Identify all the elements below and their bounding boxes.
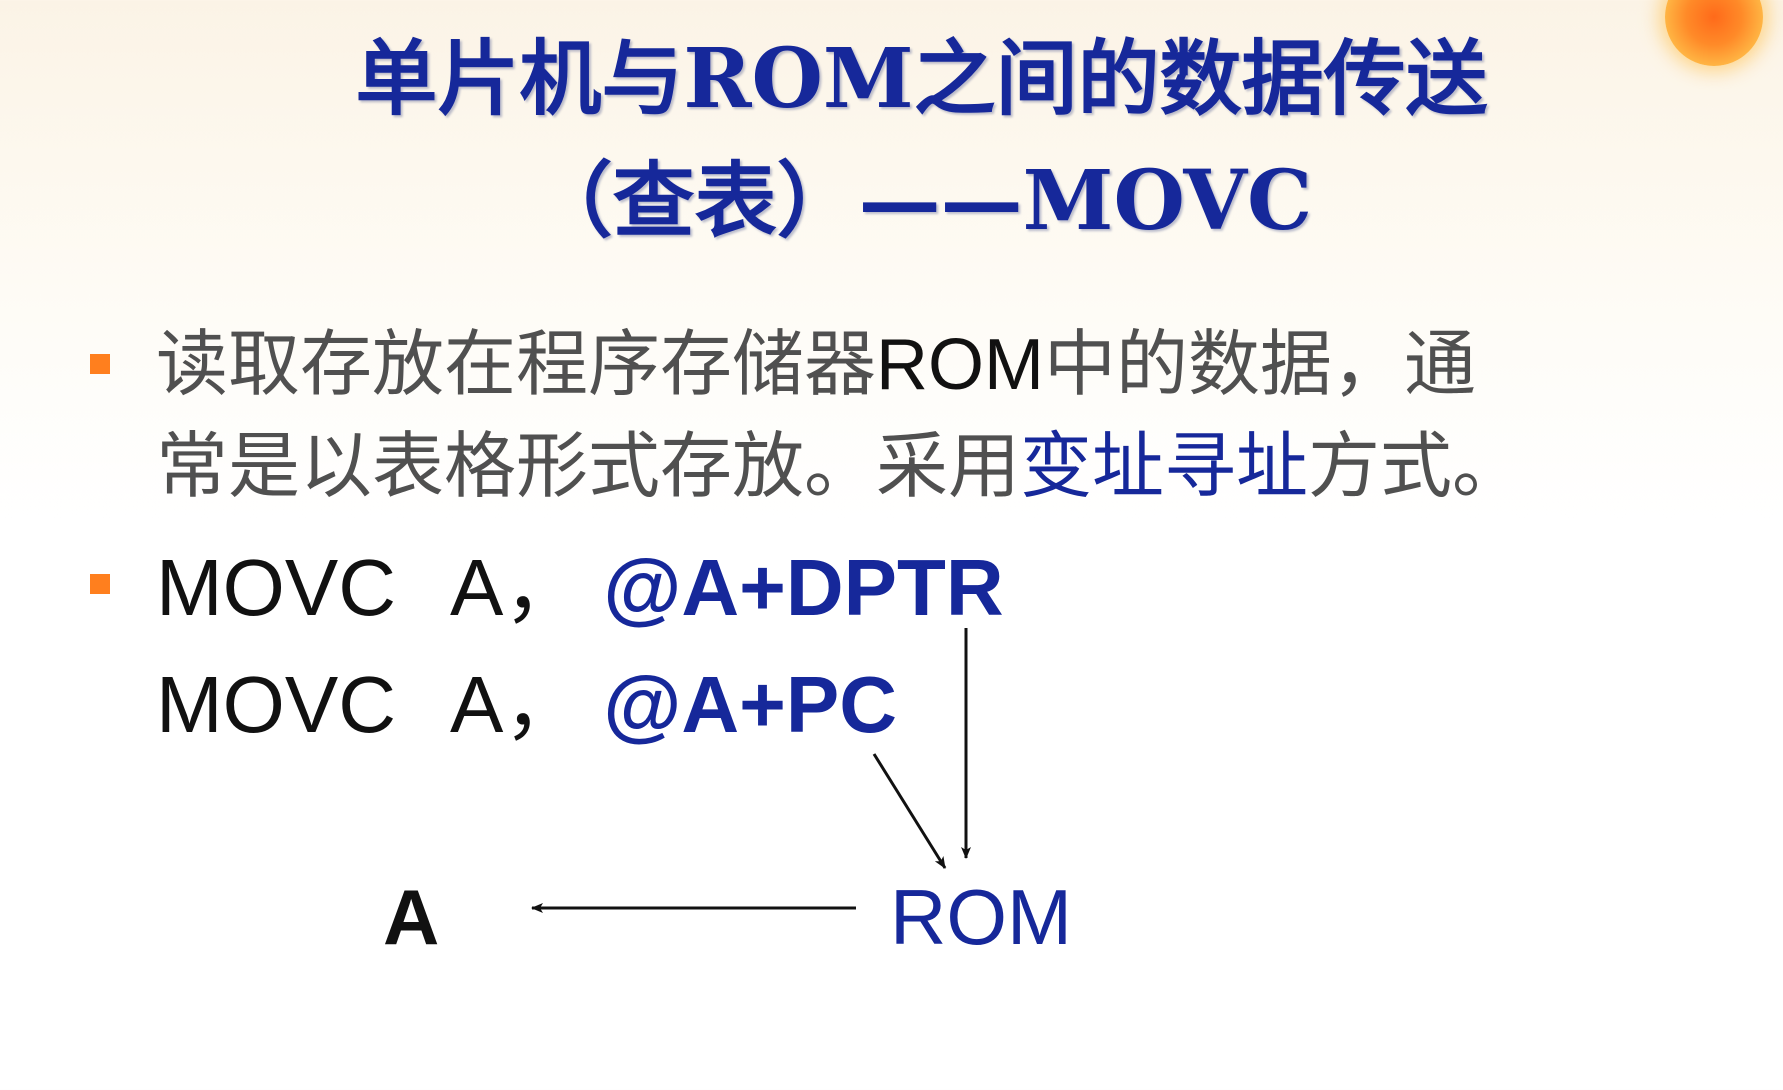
instruction-mnemonic: MOVC — [156, 543, 396, 632]
bullet-1-text-part: 方式。 — [1308, 424, 1525, 508]
bullet-marker-2 — [90, 574, 110, 594]
bullet-1-text-part: 中的数据，通 — [1044, 322, 1477, 406]
instruction-operand-pc: @A+PC — [603, 660, 897, 749]
instruction-movc-pc: MOVC A， @A+PC — [156, 665, 897, 745]
instruction-operand-dptr: @A+DPTR — [603, 543, 1004, 632]
rom-keyword: ROM — [876, 325, 1044, 405]
instruction-register: A， — [450, 660, 584, 749]
instruction-mnemonic: MOVC — [156, 660, 396, 749]
instruction-movc-dptr: MOVC A， @A+DPTR — [156, 548, 1004, 628]
addressing-mode-highlight: 变址寻址 — [1020, 424, 1309, 508]
arrow-pc-to-rom — [872, 753, 947, 869]
bullet-1-text-part: 读取存放在程序存储器 — [156, 322, 877, 406]
bullet-1-line-2: 常是以表格形式存放。采用变址寻址方式。 — [156, 430, 1524, 502]
slide-subtitle: （查表）——MOVC — [530, 153, 1313, 249]
bullet-1-text-part: 常是以表格形式存放。采用 — [156, 424, 1021, 508]
instruction-register: A， — [450, 543, 584, 632]
rom-label: ROM — [890, 873, 1072, 961]
accumulator-label: A — [383, 873, 440, 961]
bullet-1-line-1: 读取存放在程序存储器ROM中的数据，通 — [156, 328, 1476, 401]
bullet-marker-1 — [90, 354, 110, 374]
slide-title: 单片机与ROM之间的数据传送 — [355, 31, 1488, 127]
